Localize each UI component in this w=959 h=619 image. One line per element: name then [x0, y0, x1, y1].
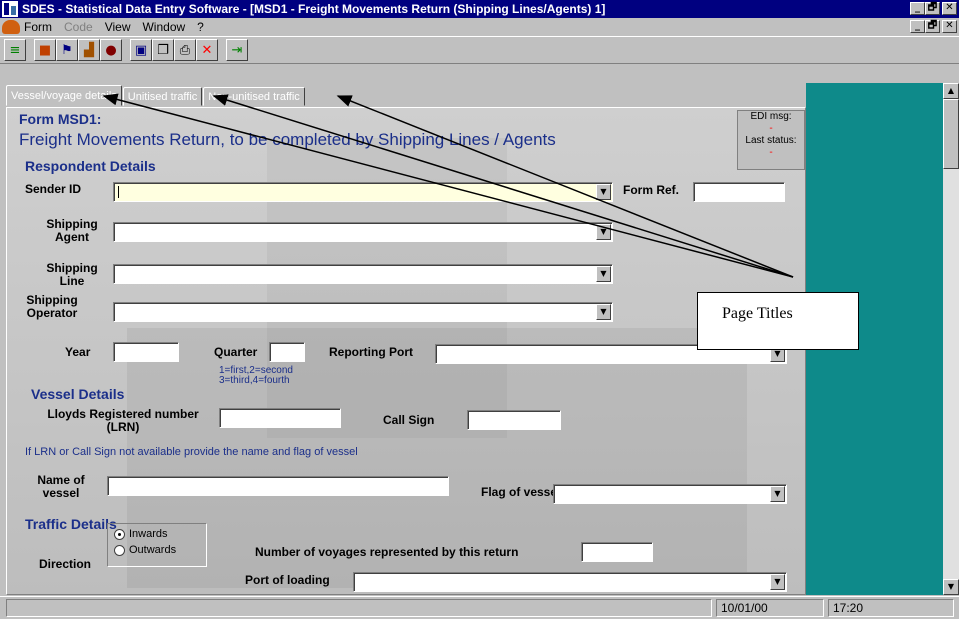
direction-label: Direction — [39, 557, 92, 571]
text-caret — [118, 186, 119, 198]
lrn-label: Lloyds Registered number (LRN) — [47, 407, 199, 434]
status-time: 17:20 — [828, 599, 954, 617]
lrn-input[interactable] — [219, 408, 341, 428]
title-bar: SDES - Statistical Data Entry Software -… — [0, 0, 959, 18]
index-icon[interactable]: ≡ — [4, 39, 26, 61]
scroll-down-icon[interactable]: ▼ — [943, 579, 959, 595]
tab-strip: Vessel/voyage details Unitised traffic N… — [6, 85, 306, 107]
call-sign-input[interactable] — [467, 410, 561, 430]
minimize-button[interactable]: _ — [910, 2, 925, 15]
chevron-down-icon[interactable]: ▼ — [596, 224, 611, 240]
chevron-down-icon[interactable]: ▼ — [770, 486, 785, 502]
direction-inwards-radio[interactable]: Inwards — [114, 528, 200, 540]
shipping-operator-label: Shipping Operator — [26, 293, 78, 320]
sender-id-combo[interactable]: ▼ — [113, 182, 613, 202]
reporting-port-label: Reporting Port — [329, 345, 413, 359]
radio-selected-icon — [114, 528, 125, 540]
shipping-line-label: Shipping Line — [46, 261, 98, 288]
exit-icon[interactable]: ⇥ — [226, 39, 248, 61]
edi-msg-label: EDI msg: — [750, 111, 792, 122]
shipping-line-combo[interactable]: ▼ — [113, 264, 613, 284]
direction-outwards-radio[interactable]: Outwards — [114, 544, 200, 556]
traffic-heading: Traffic Details — [25, 516, 117, 532]
respondent-heading: Respondent Details — [25, 158, 156, 174]
vertical-scrollbar[interactable]: ▲ ▼ — [943, 83, 959, 595]
shipping-operator-combo[interactable]: ▼ — [113, 302, 613, 322]
package-icon[interactable]: ■ — [34, 39, 56, 61]
menu-help[interactable]: ? — [197, 20, 204, 34]
tab-unitised-traffic[interactable]: Unitised traffic — [122, 87, 203, 106]
direction-group: Inwards Outwards — [107, 523, 207, 567]
quarter-label: Quarter — [214, 345, 258, 359]
menu-code[interactable]: Code — [64, 20, 93, 34]
form-ref-input[interactable] — [693, 182, 785, 202]
document-window-controls: _ 🗗 ✕ — [910, 20, 957, 33]
doc-close-button[interactable]: ✕ — [942, 20, 957, 33]
vessel-heading: Vessel Details — [31, 386, 125, 402]
menu-view[interactable]: View — [105, 20, 131, 34]
form-panel: Form MSD1: Freight Movements Return, to … — [6, 107, 806, 595]
radio-unselected-icon — [114, 544, 125, 556]
delete-icon[interactable]: ✕ — [196, 39, 218, 61]
chevron-down-icon[interactable]: ▼ — [596, 184, 611, 200]
window-title: SDES - Statistical Data Entry Software -… — [22, 2, 606, 16]
form-ref-label: Form Ref. — [623, 183, 680, 197]
form-code: Form MSD1: — [19, 111, 102, 127]
doc-minimize-button[interactable]: _ — [910, 20, 925, 33]
voyages-input[interactable] — [581, 542, 653, 562]
copy-icon[interactable]: ❐ — [152, 39, 174, 61]
window-controls: _ 🗗 ✕ — [910, 2, 957, 15]
vessel-name-label: Name of vessel — [37, 473, 85, 500]
year-label: Year — [65, 345, 91, 359]
menu-form[interactable]: Form — [24, 20, 52, 34]
doc-restore-button[interactable]: 🗗 — [925, 20, 940, 33]
status-message — [6, 599, 712, 617]
scroll-up-icon[interactable]: ▲ — [943, 83, 959, 99]
status-date: 10/01/00 — [716, 599, 824, 617]
scroll-thumb[interactable] — [943, 99, 959, 169]
form-subtitle: Freight Movements Return, to be complete… — [19, 130, 556, 149]
close-button[interactable]: ✕ — [942, 2, 957, 15]
edi-msg-value: - — [769, 123, 773, 134]
port-of-loading-combo[interactable]: ▼ — [353, 572, 787, 592]
status-bar: 10/01/00 17:20 — [0, 596, 959, 619]
app-icon[interactable] — [2, 1, 18, 17]
flag-of-vessel-combo[interactable]: ▼ — [553, 484, 787, 504]
document-icon[interactable] — [2, 20, 20, 34]
tab-non-unitised-traffic[interactable]: Non-unitised traffic — [203, 87, 305, 106]
restore-button[interactable]: 🗗 — [925, 2, 940, 15]
vessel-note: If LRN or Call Sign not available provid… — [25, 446, 358, 458]
quarter-hint: 1=first,2=second 3=third,4=fourth — [219, 365, 293, 386]
shipping-agent-combo[interactable]: ▼ — [113, 222, 613, 242]
tab-vessel-voyage[interactable]: Vessel/voyage details — [6, 85, 122, 106]
chart-icon[interactable]: ▟ — [78, 39, 100, 61]
quarter-input[interactable] — [269, 342, 305, 362]
flag-of-vessel-label: Flag of vessel — [481, 485, 561, 499]
menu-bar: Form Code View Window ? _ 🗗 ✕ — [0, 18, 959, 36]
last-status-label: Last status: — [745, 135, 797, 146]
port-of-loading-label: Port of loading — [245, 573, 330, 587]
flag-icon[interactable]: ⚑ — [56, 39, 78, 61]
toolbar: ≡ ■ ⚑ ▟ ● ▣ ❐ ⎙ ✕ ⇥ — [0, 36, 959, 64]
menu-window[interactable]: Window — [142, 20, 185, 34]
last-status-value: - — [769, 147, 773, 158]
chevron-down-icon[interactable]: ▼ — [770, 574, 785, 590]
save-icon[interactable]: ▣ — [130, 39, 152, 61]
print-icon[interactable]: ⎙ — [174, 39, 196, 61]
edi-status-box: EDI msg: - Last status: - — [737, 110, 805, 170]
vessel-name-input[interactable] — [107, 476, 449, 496]
page-titles-callout: Page Titles — [697, 292, 859, 350]
chevron-down-icon[interactable]: ▼ — [596, 304, 611, 320]
sender-id-label: Sender ID — [25, 182, 82, 196]
voyages-label: Number of voyages represented by this re… — [255, 545, 519, 559]
chevron-down-icon[interactable]: ▼ — [596, 266, 611, 282]
gear-icon[interactable]: ● — [100, 39, 122, 61]
year-input[interactable] — [113, 342, 179, 362]
call-sign-label: Call Sign — [383, 413, 435, 427]
shipping-agent-label: Shipping Agent — [46, 217, 98, 244]
